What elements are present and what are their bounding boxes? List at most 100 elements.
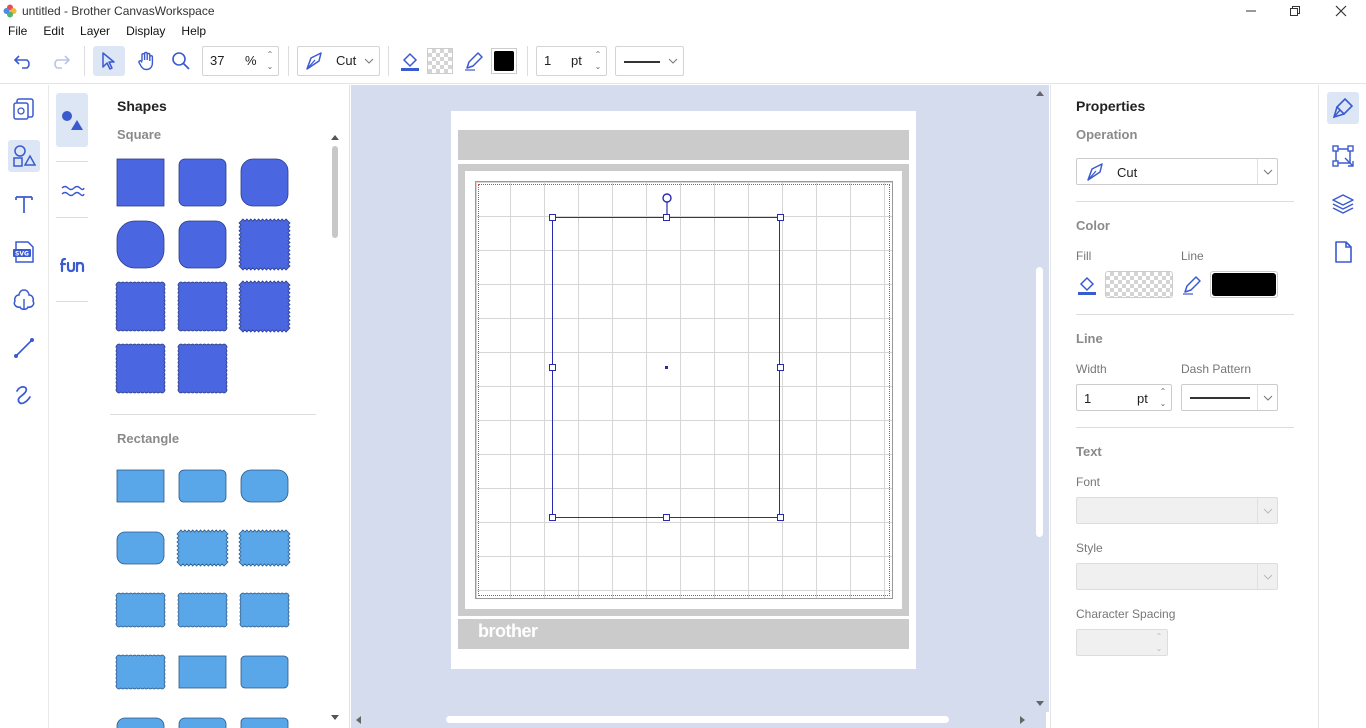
resize-handle-bottom-right[interactable] xyxy=(777,514,784,521)
square-shape-thumbnail[interactable] xyxy=(116,220,165,269)
transform-tab-button[interactable] xyxy=(1327,140,1359,172)
square-shape-thumbnail[interactable] xyxy=(116,158,165,207)
canvas-area[interactable]: brother xyxy=(351,85,1046,728)
rail-pattern-button[interactable] xyxy=(8,284,40,316)
square-shape-thumbnail[interactable] xyxy=(115,281,166,332)
style-select-arrow[interactable] xyxy=(1257,564,1277,589)
menu-edit[interactable]: Edit xyxy=(35,22,72,40)
select-tool-button[interactable] xyxy=(93,46,125,76)
menu-help[interactable]: Help xyxy=(173,22,214,40)
scroll-right-arrow-icon[interactable] xyxy=(1018,715,1028,725)
fill-bucket-icon[interactable] xyxy=(1076,274,1098,296)
scroll-left-arrow-icon[interactable] xyxy=(353,715,363,725)
rail-text-button[interactable] xyxy=(8,188,40,220)
square-shape-thumbnail[interactable] xyxy=(238,218,291,271)
resize-handle-bottom[interactable] xyxy=(663,514,670,521)
rail-line-button[interactable] xyxy=(8,332,40,364)
resize-handle-right[interactable] xyxy=(777,364,784,371)
layers-tab-button[interactable] xyxy=(1327,188,1359,220)
minimize-button[interactable] xyxy=(1228,0,1274,22)
line-width-value[interactable]: 1 xyxy=(544,53,551,68)
line-width-input[interactable]: 1 pt ⌃ ⌄ xyxy=(1076,384,1172,411)
resize-handle-left[interactable] xyxy=(549,364,556,371)
operation-dropdown[interactable]: Cut xyxy=(297,46,380,76)
resize-handle-top-left[interactable] xyxy=(549,214,556,221)
rail-project-button[interactable] xyxy=(8,93,40,125)
rectangle-shape-thumbnail[interactable] xyxy=(177,592,228,628)
shapes-panel-scroll-thumb[interactable] xyxy=(332,146,338,238)
zoom-tool-button[interactable] xyxy=(166,46,196,76)
operation-select[interactable]: Cut xyxy=(1076,158,1278,185)
category-basic-shapes-button[interactable] xyxy=(56,93,88,147)
line-color-swatch[interactable] xyxy=(491,48,517,74)
rail-freehand-button[interactable] xyxy=(8,379,40,411)
page-tab-button[interactable] xyxy=(1327,236,1359,268)
menu-file[interactable]: File xyxy=(0,22,35,40)
zoom-value[interactable]: 37 xyxy=(210,53,224,68)
rectangle-shape-thumbnail[interactable] xyxy=(240,655,289,689)
rectangle-shape-thumbnail[interactable] xyxy=(240,717,289,728)
hand-tool-button[interactable] xyxy=(131,46,161,76)
redo-button[interactable] xyxy=(46,46,74,76)
canvas-vertical-scroll-thumb[interactable] xyxy=(1036,267,1043,537)
rectangle-shape-thumbnail[interactable] xyxy=(116,717,165,728)
character-spacing-input[interactable]: ⌃ ⌄ xyxy=(1076,629,1168,656)
line-width-field[interactable]: 1 pt ⌃ ⌄ xyxy=(536,46,607,76)
scroll-up-arrow-icon[interactable] xyxy=(1035,88,1045,98)
line-width-stepper[interactable]: ⌃ ⌄ xyxy=(1156,384,1170,411)
rectangle-shape-thumbnail[interactable] xyxy=(176,529,229,567)
square-shape-thumbnail[interactable] xyxy=(115,343,166,394)
undo-button[interactable] xyxy=(10,46,38,76)
resize-handle-top-right[interactable] xyxy=(777,214,784,221)
dash-pattern-select[interactable] xyxy=(1181,384,1278,411)
square-shape-thumbnail[interactable] xyxy=(240,158,289,207)
square-shape-thumbnail[interactable] xyxy=(178,220,227,269)
rectangle-shape-thumbnail[interactable] xyxy=(178,469,227,503)
category-borders-button[interactable] xyxy=(56,177,88,205)
line-width-stepper[interactable]: ⌃ ⌄ xyxy=(591,47,605,75)
style-select[interactable] xyxy=(1076,563,1278,590)
rectangle-shape-thumbnail[interactable] xyxy=(115,592,166,628)
dash-pattern-dropdown[interactable] xyxy=(615,46,684,76)
dash-pattern-arrow[interactable] xyxy=(1257,385,1277,410)
line-color-button[interactable] xyxy=(460,46,488,76)
pen-icon[interactable] xyxy=(1181,274,1203,296)
zoom-stepper[interactable]: ⌃ ⌄ xyxy=(263,47,277,75)
rectangle-shape-thumbnail[interactable] xyxy=(116,531,165,565)
close-button[interactable] xyxy=(1318,0,1364,22)
rectangle-shape-thumbnail[interactable] xyxy=(116,469,165,503)
category-fun-button[interactable] xyxy=(56,251,88,279)
resize-handle-bottom-left[interactable] xyxy=(549,514,556,521)
scroll-down-arrow-icon[interactable] xyxy=(1035,699,1045,709)
square-shape-thumbnail[interactable] xyxy=(178,158,227,207)
rectangle-shape-thumbnail[interactable] xyxy=(115,654,166,690)
scroll-down-arrow-icon[interactable] xyxy=(330,713,340,723)
line-width-value[interactable]: 1 xyxy=(1084,391,1091,406)
canvas-vertical-scrollbar[interactable] xyxy=(1031,85,1049,712)
properties-tab-button[interactable] xyxy=(1327,92,1359,124)
rectangle-shape-thumbnail[interactable] xyxy=(238,529,291,567)
resize-handle-top[interactable] xyxy=(663,214,670,221)
square-shape-thumbnail[interactable] xyxy=(177,343,228,394)
rectangle-shape-thumbnail[interactable] xyxy=(239,592,290,628)
shapes-panel-scrollbar[interactable] xyxy=(330,132,340,722)
restore-button[interactable] xyxy=(1272,0,1318,22)
rectangle-shape-thumbnail[interactable] xyxy=(178,655,227,689)
zoom-field[interactable]: 37 % ⌃ ⌄ xyxy=(202,46,279,76)
menu-display[interactable]: Display xyxy=(118,22,173,40)
canvas-horizontal-scroll-thumb[interactable] xyxy=(446,716,949,723)
rail-shapes-button[interactable] xyxy=(8,140,40,172)
rectangle-shape-thumbnail[interactable] xyxy=(178,717,227,728)
rail-svg-button[interactable]: SVG xyxy=(8,236,40,268)
font-select[interactable] xyxy=(1076,497,1278,524)
fill-color-swatch[interactable] xyxy=(427,48,453,74)
fill-color-button[interactable] xyxy=(396,46,424,76)
fill-color-swatch[interactable] xyxy=(1105,271,1173,298)
square-shape-thumbnail[interactable] xyxy=(238,280,291,333)
character-spacing-stepper[interactable]: ⌃ ⌄ xyxy=(1152,629,1166,656)
operation-select-arrow[interactable] xyxy=(1257,159,1277,184)
line-color-swatch[interactable] xyxy=(1210,271,1278,298)
square-shape-thumbnail[interactable] xyxy=(177,281,228,332)
rectangle-shape-thumbnail[interactable] xyxy=(240,469,289,503)
scroll-up-arrow-icon[interactable] xyxy=(330,132,340,142)
